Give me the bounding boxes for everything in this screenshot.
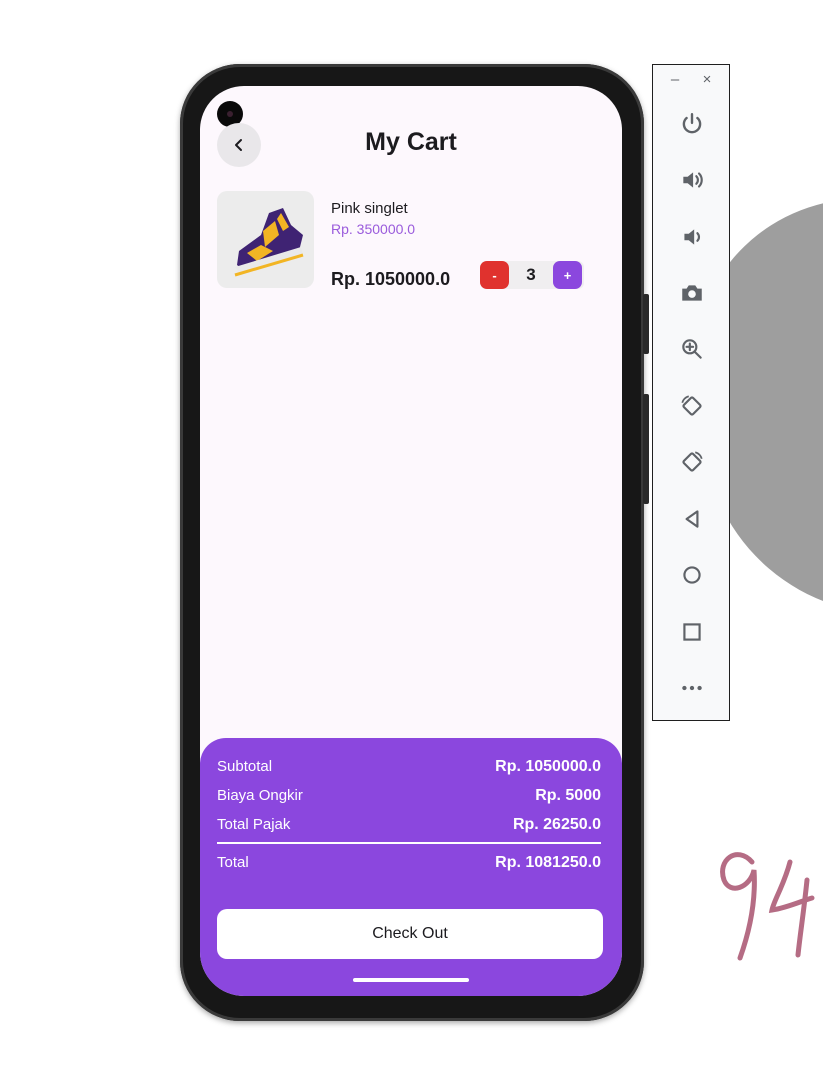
subtotal-value: Rp. 1050000.0: [495, 758, 601, 775]
product-line-total: Rp. 1050000.0: [331, 269, 451, 289]
zoom-button[interactable]: [678, 335, 706, 363]
camera-icon: [682, 285, 702, 301]
summary-divider: [217, 842, 601, 844]
zoom-icon: [682, 339, 702, 359]
home-indicator[interactable]: [353, 978, 469, 982]
power-icon: [682, 113, 702, 134]
emulator-toolbar: – ×: [652, 64, 730, 721]
total-label: Total: [217, 854, 249, 871]
checkout-button[interactable]: Check Out: [217, 909, 603, 959]
power-button[interactable]: [678, 110, 706, 138]
nav-home-button[interactable]: [678, 561, 706, 589]
cart-item: Pink singlet Rp. 350000.0 Rp. 1050000.0 …: [217, 191, 607, 291]
rotate-left-icon: [681, 395, 702, 416]
volume-down-icon: [684, 229, 700, 245]
home-icon: [683, 566, 701, 584]
phone-side-button: [643, 294, 649, 354]
rotate-right-button[interactable]: [678, 448, 706, 476]
total-value: Rp. 1081250.0: [495, 854, 601, 871]
volume-up-button[interactable]: [678, 166, 706, 194]
product-unit-price: Rp. 350000.0: [331, 221, 416, 237]
decrease-quantity-button[interactable]: -: [480, 261, 509, 289]
handwritten-number-94: [720, 852, 815, 961]
page-title: My Cart: [365, 128, 457, 156]
subtotal-label: Subtotal: [217, 758, 273, 775]
close-window-button[interactable]: ×: [699, 71, 715, 89]
nav-back-button[interactable]: [678, 505, 706, 533]
back-icon: [685, 510, 699, 528]
app-screen: My Cart Pink singlet Rp. 350000.0 Rp. 10…: [200, 86, 622, 996]
more-icon: [682, 685, 702, 691]
tax-value: Rp. 26250.0: [512, 816, 601, 833]
quantity-value: 3: [526, 265, 536, 284]
more-options-button[interactable]: [678, 674, 706, 702]
volume-down-button[interactable]: [678, 223, 706, 251]
minimize-window-button[interactable]: –: [667, 71, 683, 89]
product-name: Pink singlet: [331, 200, 408, 217]
order-summary-panel: Subtotal Rp. 1050000.0 Biaya Ongkir Rp. …: [200, 738, 622, 996]
nav-overview-button[interactable]: [678, 618, 706, 646]
rotate-left-button[interactable]: [678, 392, 706, 420]
screenshot-button[interactable]: [678, 279, 706, 307]
overview-icon: [683, 623, 701, 641]
shipping-value: Rp. 5000: [535, 787, 601, 804]
shipping-label: Biaya Ongkir: [217, 787, 303, 804]
rotate-right-icon: [682, 451, 703, 472]
phone-volume-button: [643, 394, 649, 504]
increase-quantity-button[interactable]: +: [553, 261, 582, 289]
tax-label: Total Pajak: [217, 816, 291, 833]
product-image: [217, 191, 314, 288]
quantity-stepper: - 3 +: [480, 261, 584, 289]
volume-up-icon: [683, 172, 703, 188]
phone-frame: My Cart Pink singlet Rp. 350000.0 Rp. 10…: [180, 64, 649, 1021]
